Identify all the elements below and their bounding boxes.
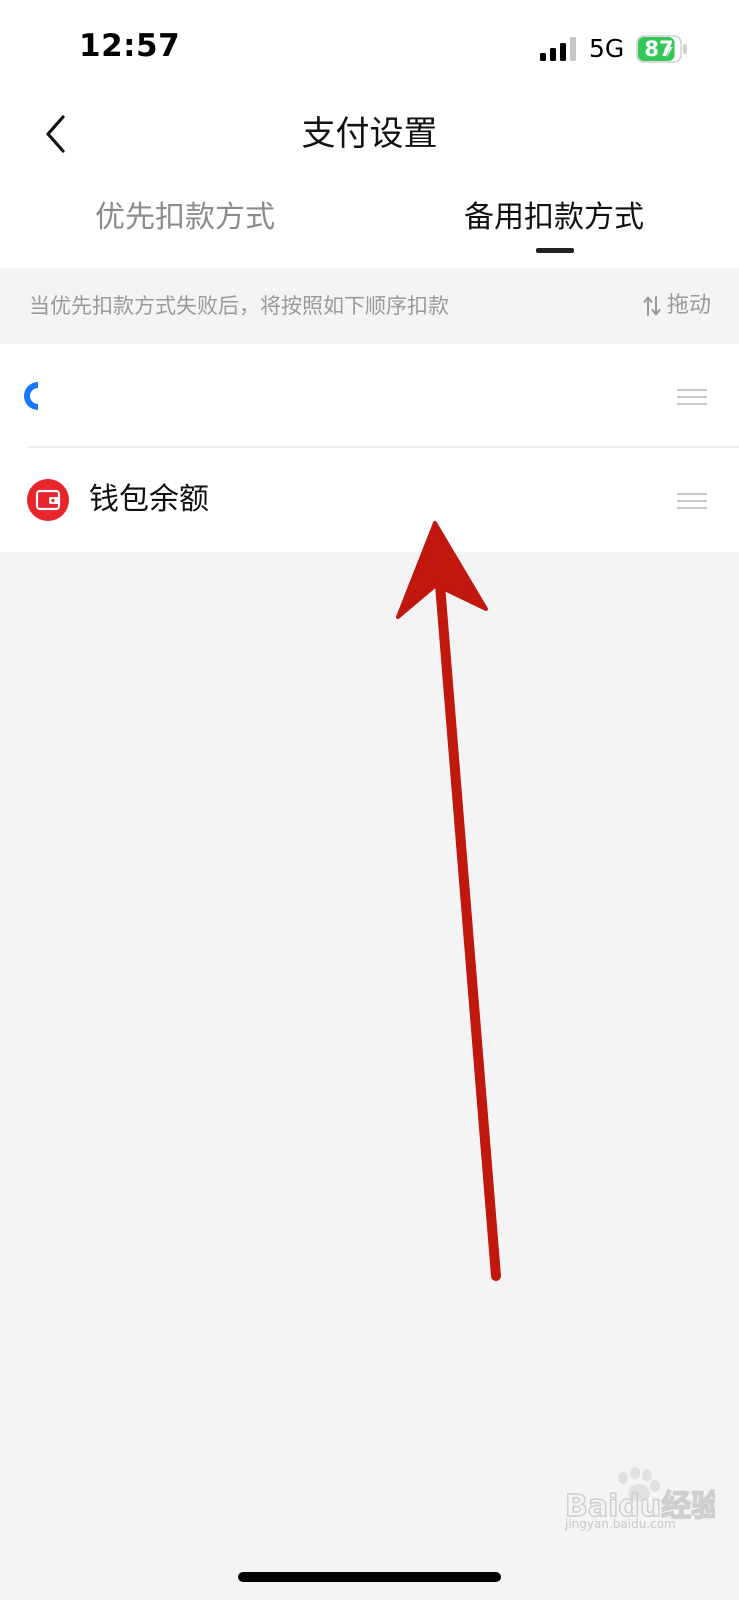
watermark-subtext: jingyan.baidu.com bbox=[565, 1517, 676, 1531]
status-time: 12:57 bbox=[79, 28, 181, 64]
active-tab-indicator bbox=[536, 248, 574, 253]
wallet-icon bbox=[27, 479, 69, 521]
back-button[interactable] bbox=[30, 106, 80, 162]
nav-header: 支付设置 bbox=[0, 96, 739, 172]
tab-bar: 优先扣款方式 备用扣款方式 bbox=[0, 172, 739, 268]
order-hint-text: 当优先扣款方式失败后，将按照如下顺序扣款 bbox=[29, 294, 449, 318]
drag-handle-icon[interactable] bbox=[677, 492, 707, 510]
payment-method-list: 钱包余额 bbox=[0, 344, 739, 552]
status-bar: 12:57 5G 87 bbox=[0, 0, 739, 96]
drag-handle-icon[interactable] bbox=[677, 388, 707, 406]
tab-backup-payment[interactable]: 备用扣款方式 bbox=[369, 172, 739, 268]
hint-bar: 当优先扣款方式失败后，将按照如下顺序扣款 拖动 bbox=[0, 268, 739, 344]
page-title: 支付设置 bbox=[301, 114, 438, 154]
list-item[interactable] bbox=[0, 344, 739, 448]
drag-sort-button[interactable]: 拖动 bbox=[643, 268, 711, 344]
network-label: 5G bbox=[589, 34, 625, 63]
drag-label: 拖动 bbox=[666, 293, 711, 318]
chevron-left-icon bbox=[46, 115, 65, 153]
list-item[interactable]: 钱包余额 bbox=[0, 448, 739, 552]
signal-icon bbox=[540, 37, 576, 61]
bank-card-icon bbox=[24, 382, 38, 410]
home-indicator[interactable] bbox=[238, 1572, 501, 1582]
battery-level: 87 bbox=[644, 37, 674, 61]
payment-method-label: 钱包余额 bbox=[89, 482, 209, 517]
sort-arrows-icon bbox=[643, 296, 661, 316]
tab-priority-payment[interactable]: 优先扣款方式 bbox=[0, 172, 370, 268]
